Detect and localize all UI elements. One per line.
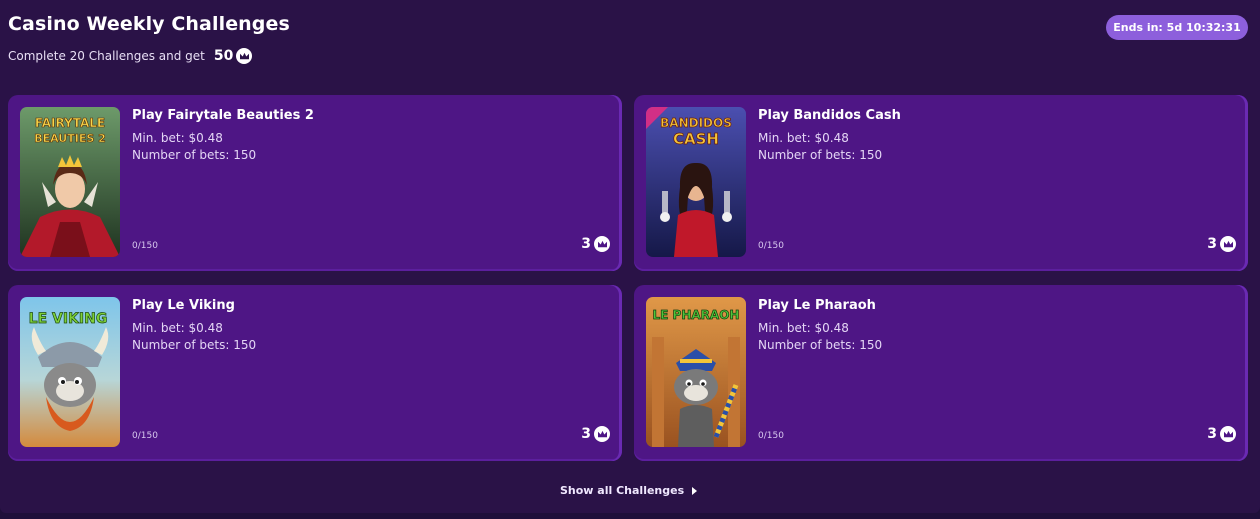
svg-text:LE PHARAOH: LE PHARAOH [653,308,740,322]
show-all-label[interactable]: Show all Challenges [560,484,684,497]
challenge-reward-value: 3 [1207,426,1217,442]
show-all-challenges-link[interactable]: Show all Challenges [560,484,698,497]
countdown-badge: Ends in: 5d 10:32:31 [1106,15,1248,40]
number-of-bets-text: Number of bets: 150 [132,148,257,162]
svg-text:CASH: CASH [673,130,719,148]
chevron-right-icon[interactable] [692,486,698,495]
challenge-card[interactable]: LE VIKING Play Le Viking Min. bet: $0.48… [8,285,622,461]
challenge-reward-value: 3 [1207,236,1217,252]
weekly-challenges-panel: Casino Weekly Challenges Complete 20 Cha… [0,0,1260,513]
min-bet-text: Min. bet: $0.48 [132,321,223,335]
min-bet-text: Min. bet: $0.48 [758,131,849,145]
svg-text:BEAUTIES 2: BEAUTIES 2 [34,132,106,145]
challenge-title[interactable]: Play Le Viking [132,298,235,313]
crown-icon [1220,426,1236,442]
game-thumbnail-le-pharaoh[interactable]: LE PHARAOH [646,297,746,447]
svg-text:FAIRYTALE: FAIRYTALE [35,116,105,130]
challenge-reward: 3 [581,426,610,442]
crown-icon [1220,236,1236,252]
challenge-card[interactable]: BANDIDOS CASH Play Bandidos Cash Min. be… [634,95,1248,271]
svg-text:BANDIDOS: BANDIDOS [660,116,732,130]
challenge-reward: 3 [1207,236,1236,252]
challenge-reward: 3 [581,236,610,252]
challenge-progress: 0/150 [132,241,158,251]
challenge-progress: 0/150 [132,431,158,441]
page-title: Casino Weekly Challenges [8,13,290,35]
crown-icon [594,236,610,252]
challenge-title[interactable]: Play Le Pharaoh [758,298,876,313]
challenge-reward-value: 3 [581,426,591,442]
crown-icon [236,48,253,64]
number-of-bets-text: Number of bets: 150 [758,338,883,352]
svg-text:LE VIKING: LE VIKING [29,311,108,327]
challenge-progress: 0/150 [758,241,784,251]
challenge-title[interactable]: Play Fairytale Beauties 2 [132,108,314,123]
crown-icon [594,426,610,442]
number-of-bets-text: Number of bets: 150 [758,148,883,162]
game-thumbnail-bandidos-cash[interactable]: BANDIDOS CASH [646,107,746,257]
challenge-card[interactable]: FAIRYTALE BEAUTIES 2 Play Fairytale Beau… [8,95,622,271]
challenge-progress: 0/150 [758,431,784,441]
challenge-title[interactable]: Play Bandidos Cash [758,108,901,123]
challenge-reward-value: 3 [581,236,591,252]
min-bet-text: Min. bet: $0.48 [758,321,849,335]
reward-summary-text: Complete 20 Challenges and get [8,49,205,63]
number-of-bets-text: Number of bets: 150 [132,338,257,352]
challenge-card[interactable]: LE PHARAOH Play Le Pharaoh Min. bet: $0.… [634,285,1248,461]
total-reward: 50 [213,48,253,64]
challenge-reward: 3 [1207,426,1236,442]
total-reward-value: 50 [213,48,234,64]
min-bet-text: Min. bet: $0.48 [132,131,223,145]
game-thumbnail-fairytale-beauties[interactable]: FAIRYTALE BEAUTIES 2 [20,107,120,257]
game-thumbnail-le-viking[interactable]: LE VIKING [20,297,120,447]
reward-summary: Complete 20 Challenges and get 50 [8,48,253,64]
